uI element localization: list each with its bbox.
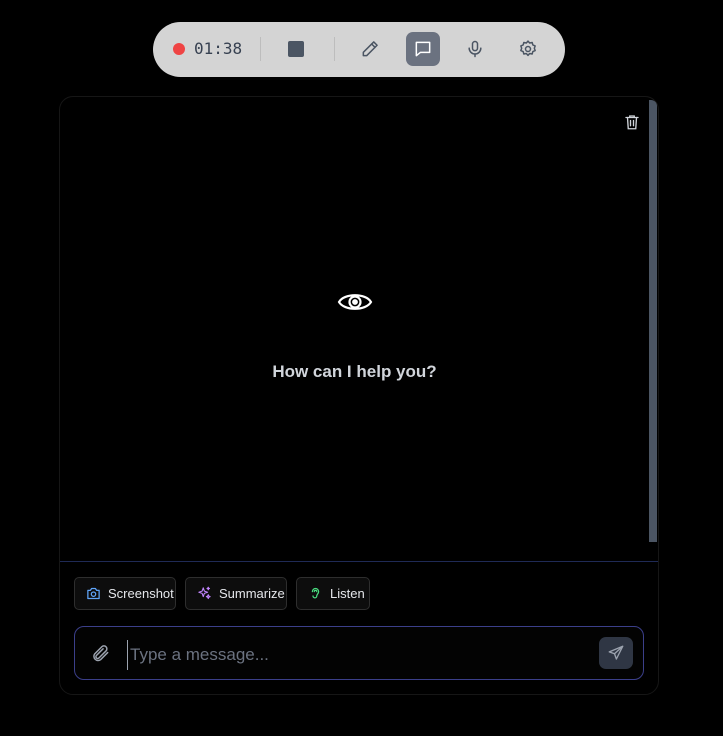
microphone-icon — [468, 40, 482, 58]
camera-icon — [87, 587, 100, 600]
listen-label: Listen — [330, 586, 365, 601]
gear-icon — [520, 40, 536, 57]
send-icon — [608, 645, 624, 660]
send-button[interactable] — [599, 637, 633, 669]
paperclip-icon[interactable] — [91, 643, 111, 663]
message-input[interactable] — [127, 640, 592, 670]
chat-greeting: How can I help you? — [272, 362, 437, 381]
chat-button[interactable] — [406, 32, 440, 66]
stop-button[interactable] — [279, 32, 313, 66]
settings-button[interactable] — [511, 32, 545, 66]
stop-icon — [288, 41, 304, 57]
toolbar-separator — [260, 37, 261, 61]
pen-icon — [362, 41, 378, 57]
draw-button[interactable] — [353, 32, 387, 66]
toolbar-separator — [334, 37, 335, 61]
trash-icon[interactable] — [623, 113, 641, 131]
sparkles-icon — [198, 586, 211, 600]
eye-icon — [337, 294, 373, 310]
listen-button[interactable]: Listen — [296, 577, 370, 610]
screenshot-button[interactable]: Screenshot — [74, 577, 176, 610]
recording-indicator — [173, 43, 185, 55]
summarize-label: Summarize — [219, 586, 285, 601]
recording-timer: 01:38 — [194, 39, 243, 58]
chat-scrollbar[interactable] — [649, 100, 657, 542]
chat-icon — [415, 41, 431, 57]
screenshot-label: Screenshot — [108, 586, 174, 601]
microphone-button[interactable] — [458, 32, 492, 66]
panel-divider — [60, 561, 658, 562]
ear-icon — [311, 587, 320, 599]
summarize-button[interactable]: Summarize — [185, 577, 287, 610]
